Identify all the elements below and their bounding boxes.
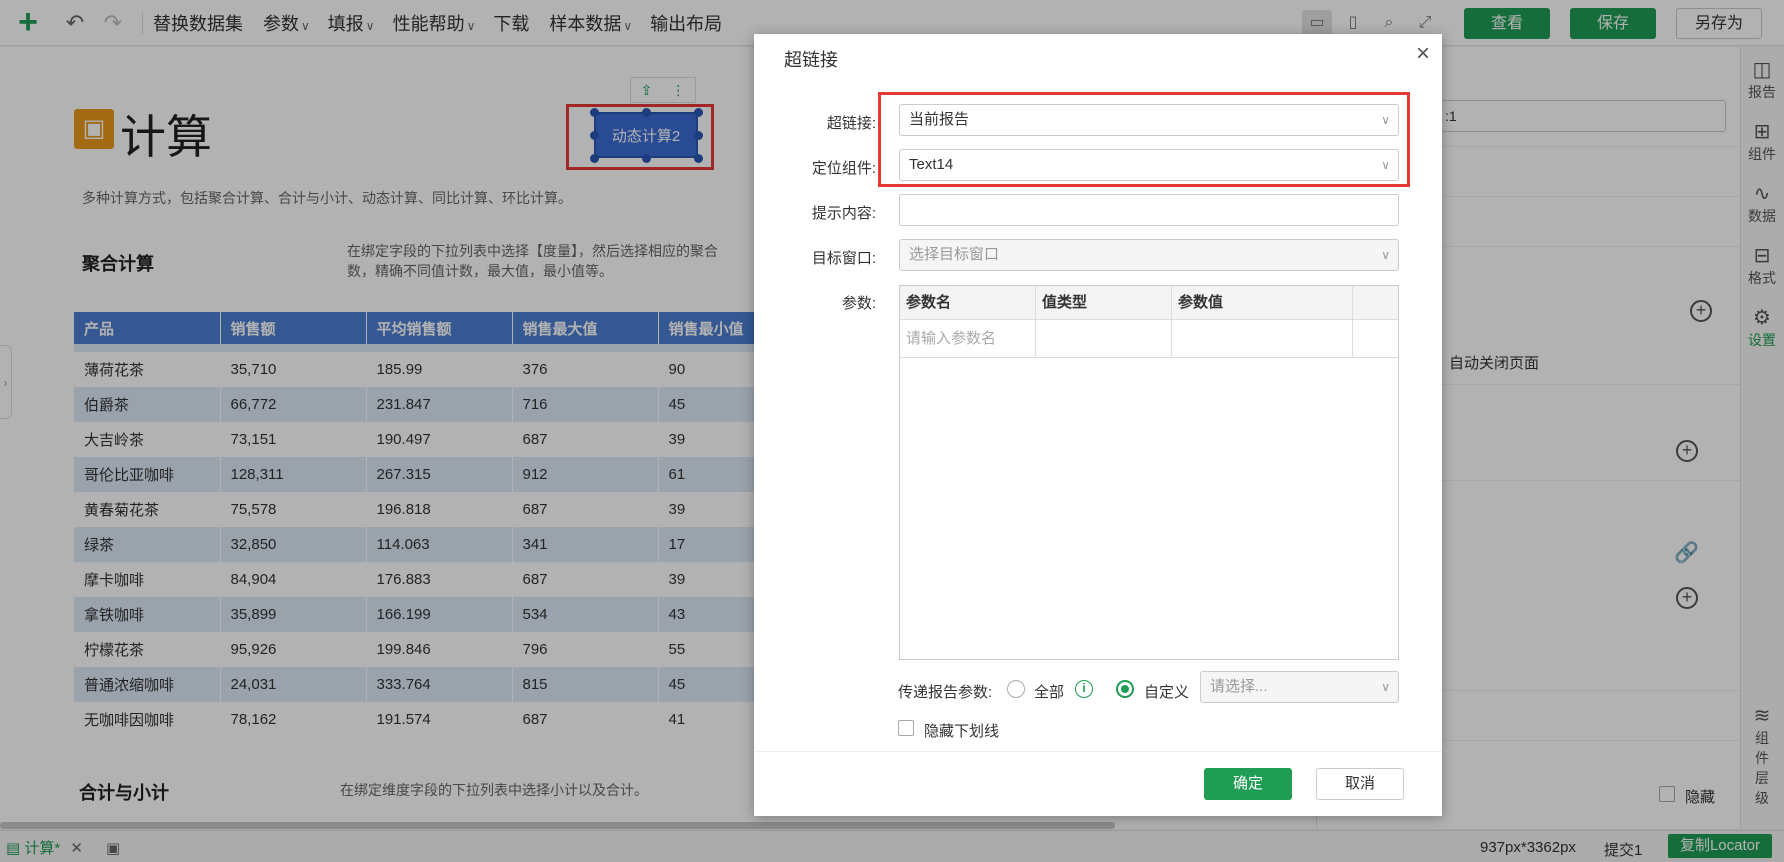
dialog-footer: 确定 取消: [754, 751, 1442, 816]
close-icon[interactable]: ×: [1416, 40, 1430, 68]
tooltip-input[interactable]: [899, 194, 1399, 226]
pass-params-label: 传递报告参数:: [898, 684, 993, 701]
target-window-placeholder: 选择目标窗口: [909, 246, 1000, 263]
radio-custom-label: 自定义: [1144, 684, 1190, 701]
param-action-cell: [1353, 320, 1398, 358]
app-window: { "toolbar": { "add_icon": "plus-icon", …: [0, 0, 1784, 862]
radio-all-label: 全部: [1034, 684, 1065, 701]
hide-underline-label: 隐藏下划线: [924, 723, 1000, 740]
custom-params-select[interactable]: 请选择... ∨: [1200, 671, 1399, 703]
param-header: [1353, 286, 1398, 320]
param-header: 值类型: [1036, 286, 1172, 320]
ok-button[interactable]: 确定: [1204, 768, 1292, 800]
param-header: 参数值: [1172, 286, 1353, 320]
locate-component-label: 定位组件:: [811, 160, 876, 177]
param-type-cell[interactable]: [1036, 320, 1172, 358]
radio-all[interactable]: [1007, 680, 1025, 698]
hyperlink-label: 超链接:: [826, 115, 876, 132]
chevron-down-icon: ∨: [1381, 248, 1390, 262]
target-window-select[interactable]: 选择目标窗口 ∨: [899, 239, 1399, 271]
info-icon[interactable]: i: [1075, 680, 1093, 698]
param-name-input[interactable]: 请输入参数名: [900, 320, 1036, 358]
params-table: 参数名 值类型 参数值 请输入参数名: [899, 285, 1399, 660]
param-header: 参数名: [900, 286, 1036, 320]
cancel-button[interactable]: 取消: [1316, 768, 1404, 800]
radio-custom[interactable]: [1116, 680, 1134, 698]
custom-params-placeholder: 请选择...: [1210, 678, 1268, 695]
target-window-label: 目标窗口:: [811, 250, 876, 267]
params-label: 参数:: [841, 295, 876, 312]
annotation-highlight: [878, 92, 1410, 187]
dialog-title: 超链接: [784, 50, 838, 70]
param-value-cell[interactable]: [1172, 320, 1353, 358]
chevron-down-icon: ∨: [1381, 680, 1390, 694]
hyperlink-dialog: 超链接 × 超链接: 当前报告 ∨ 定位组件: Text14 ∨ 提示内容: 目标窗…: [754, 34, 1442, 816]
hide-underline-checkbox[interactable]: [898, 720, 914, 736]
tooltip-label: 提示内容:: [811, 205, 876, 222]
